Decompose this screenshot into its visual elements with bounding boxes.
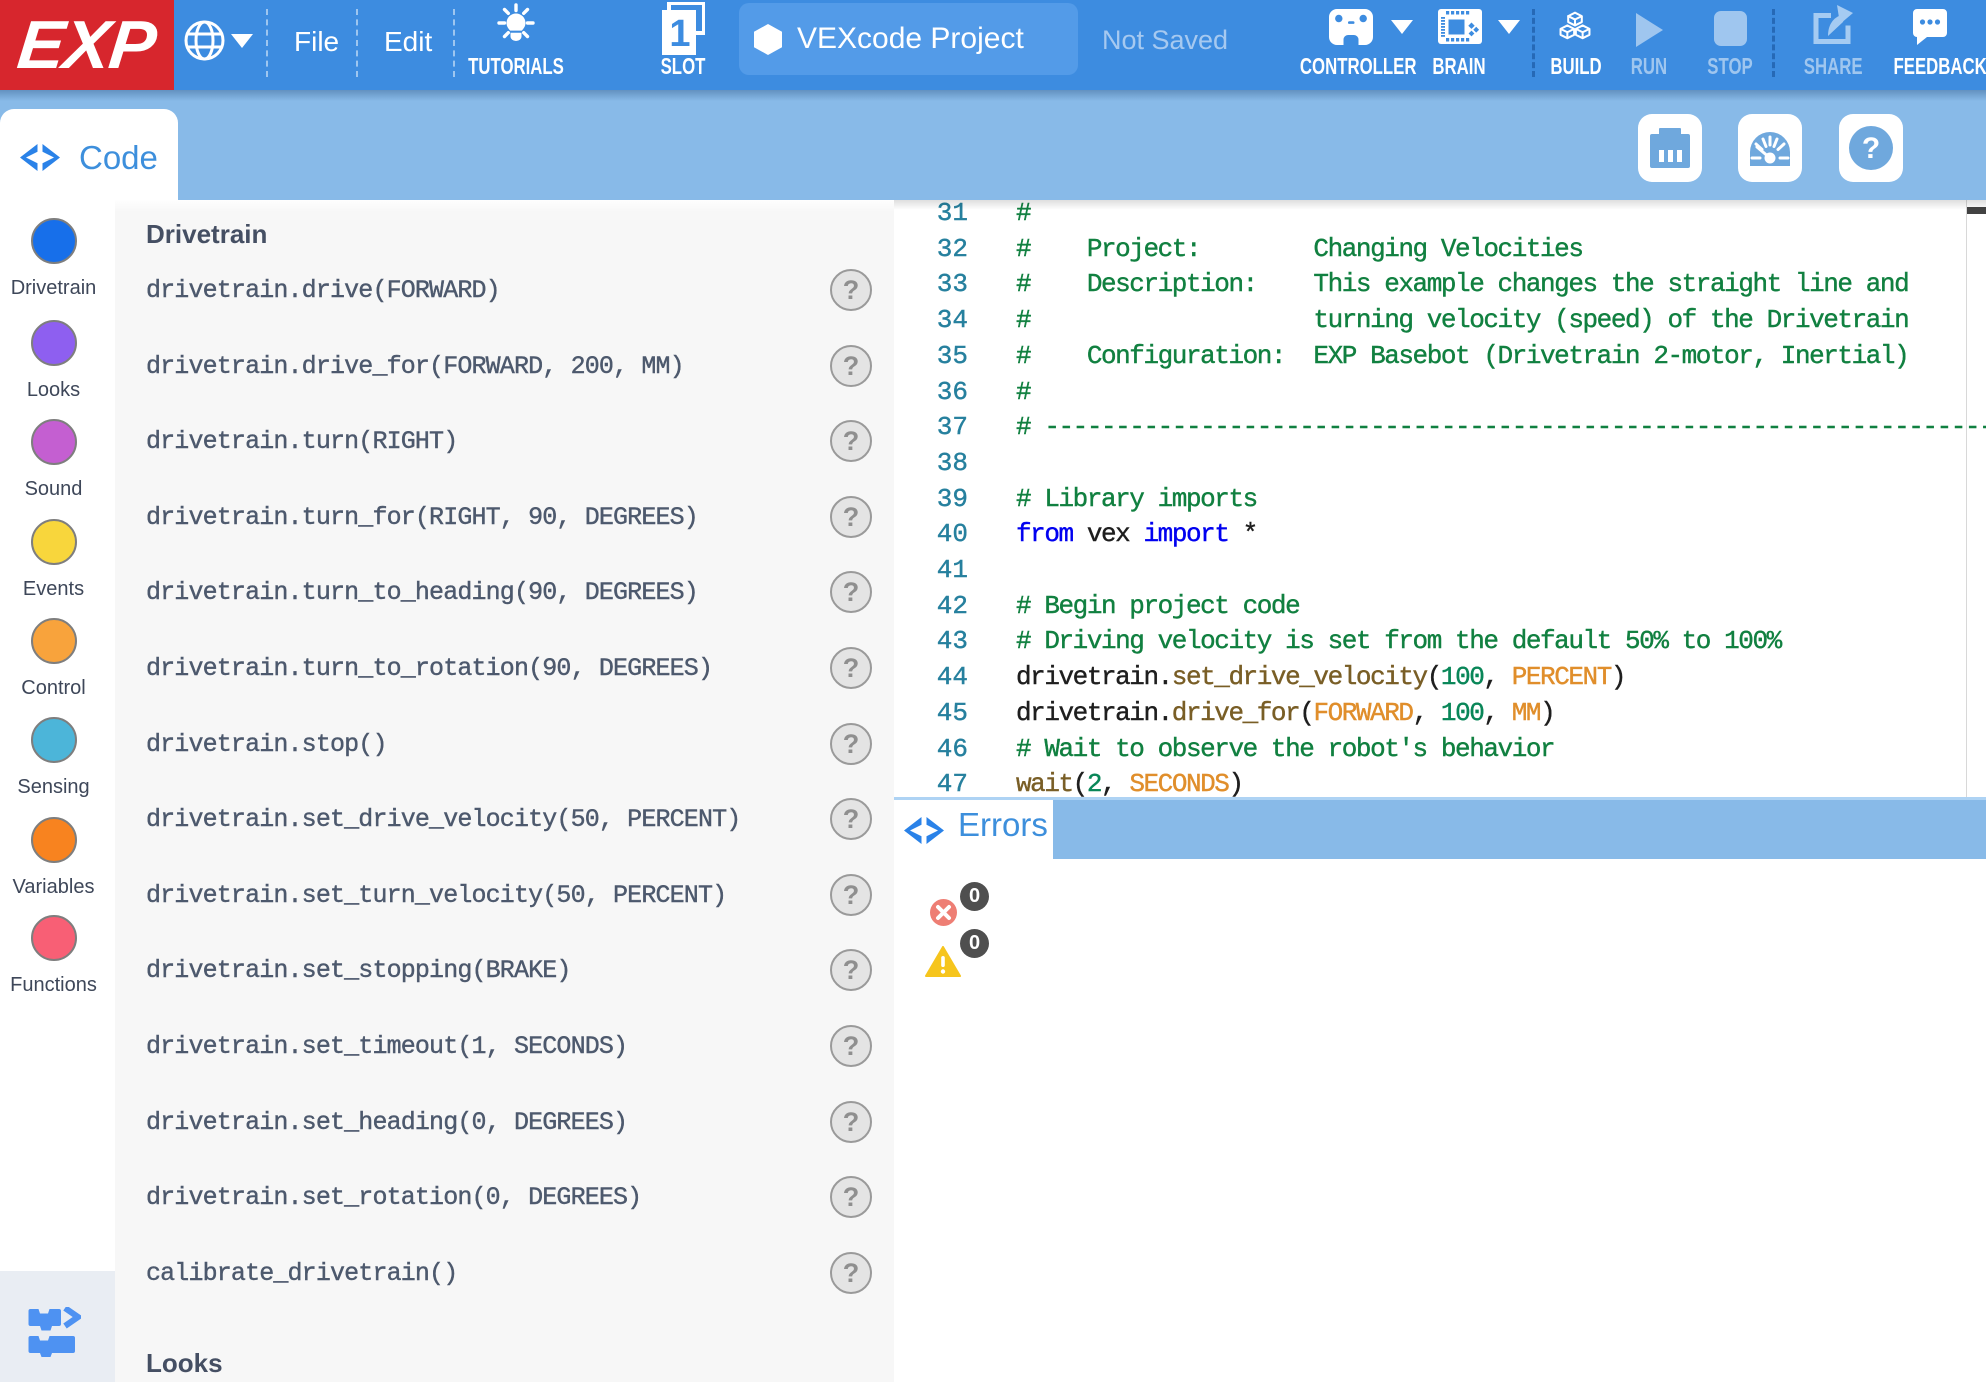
- svg-text:1: 1: [669, 13, 690, 55]
- svg-text:?: ?: [1862, 132, 1880, 165]
